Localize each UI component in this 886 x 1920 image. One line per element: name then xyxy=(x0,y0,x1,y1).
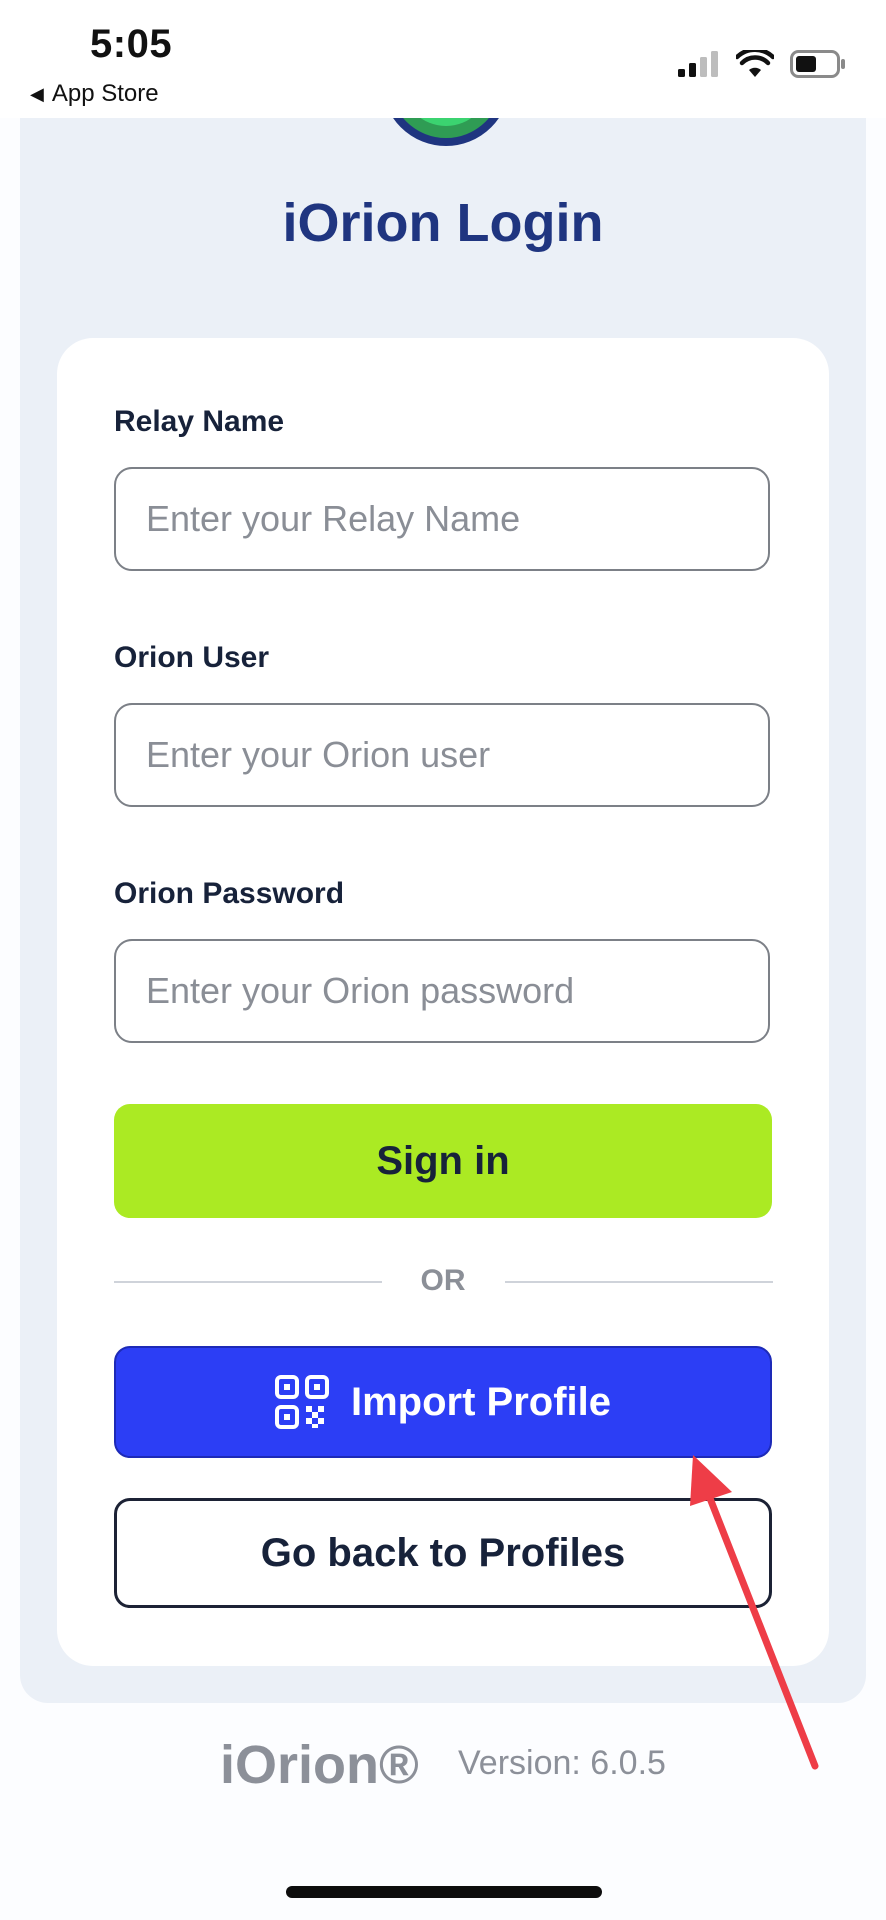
page-title: iOrion Login xyxy=(282,193,604,253)
footer-brand: iOrion® xyxy=(220,1735,419,1795)
go-back-to-profiles-label: Go back to Profiles xyxy=(260,1530,626,1575)
import-profile-label: Import Profile xyxy=(350,1379,612,1424)
back-triangle-icon: ◀ xyxy=(30,83,44,104)
orion-user-label: Orion User xyxy=(114,641,270,674)
orion-password-label: Orion Password xyxy=(114,877,345,910)
relay-name-input[interactable] xyxy=(114,467,770,571)
status-bar: 5:05 ◀ App Store xyxy=(0,0,886,118)
back-to-app-store-button[interactable]: ◀ App Store xyxy=(30,80,159,108)
status-icons xyxy=(678,50,846,78)
back-to-app-store-label: App Store xyxy=(51,80,159,107)
go-back-to-profiles-button[interactable]: Go back to Profiles xyxy=(114,1498,772,1608)
sign-in-label: Sign in xyxy=(376,1138,510,1183)
import-profile-button[interactable]: Import Profile xyxy=(114,1346,772,1458)
wifi-icon xyxy=(736,50,774,77)
orion-password-input[interactable] xyxy=(114,939,770,1043)
sign-in-button[interactable]: Sign in xyxy=(114,1104,772,1218)
battery-icon xyxy=(790,50,845,78)
home-indicator[interactable] xyxy=(286,1886,602,1898)
cellular-signal-icon xyxy=(678,51,718,77)
iorion-logo-icon xyxy=(393,118,499,146)
orion-user-input[interactable] xyxy=(114,703,770,807)
footer-version: Version: 6.0.5 xyxy=(458,1744,666,1782)
or-divider-right xyxy=(505,1281,773,1283)
status-time: 5:05 xyxy=(90,22,173,66)
qr-code-icon xyxy=(274,1375,329,1429)
relay-name-label: Relay Name xyxy=(114,405,285,438)
